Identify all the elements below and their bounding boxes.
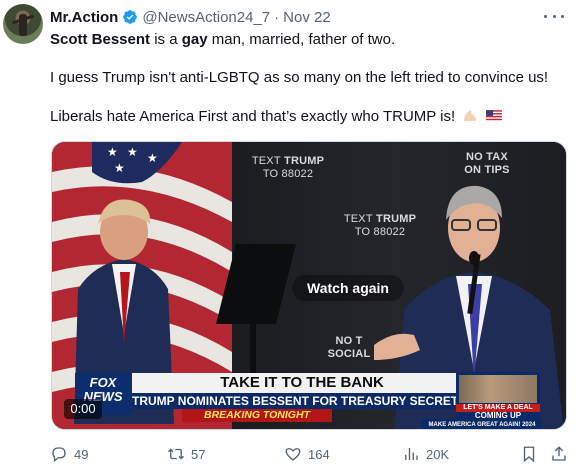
tweet-line-1: Scott Bessent is a gay man, married, fat… [50,30,395,50]
promo-box: LET'S MAKE A DEAL COMING UP [456,372,540,420]
views-button[interactable]: 20K [402,445,449,463]
author-name[interactable]: Mr.Action [50,9,118,26]
watch-again-button[interactable]: Watch again [292,275,404,301]
video-player[interactable]: ★ ★ ★ ★ TEXT TRUMP TO 88022 NO TAX ON TIPS T… [51,141,567,430]
sign-text-trump-1: TEXT TRUMP TO 88022 [248,155,328,181]
sign-line: ON TIPS [464,164,510,176]
us-flag-icon [485,110,502,122]
text-part: is a [150,31,182,48]
sign-word: TRUMP [284,155,325,167]
flexed-biceps-icon [464,110,477,121]
promo-photo [459,375,537,403]
reply-icon [52,447,66,463]
svg-text:★: ★ [127,145,138,159]
bookmark-button[interactable] [520,445,544,463]
repost-button[interactable]: 57 [167,445,205,463]
tweet-date[interactable]: Nov 22 [283,9,331,26]
sign-no-social: NO T SOCIAL [324,335,374,361]
sign-word: TEXT [251,155,281,167]
bold-name: Scott Bessent [50,31,151,48]
analytics-icon [405,448,418,460]
video-time: 0:00 [64,399,102,419]
tweet-header: Mr.Action @NewsAction24_7 · Nov 22 [50,7,331,27]
svg-text:★: ★ [114,161,125,175]
author-handle[interactable]: @NewsAction24_7 [142,9,270,26]
svg-text:★: ★ [147,151,158,165]
share-icon [552,446,566,461]
news-ticker: MAKE AMERICA GREAT AGAIN! 2024 [422,419,542,429]
lower-third-subhead: TRUMP NOMINATES BESSENT FOR TREASURY SEC… [132,393,483,409]
repost-icon [168,448,184,460]
tweet-line-2: I guess Trump isn't anti-LGBTQ as so man… [50,69,549,86]
video-frame: ★ ★ ★ ★ TEXT TRUMP TO 88022 NO TAX ON TIPS T… [52,142,566,429]
tweet-line-3: Liberals hate America First and that’s e… [50,107,502,127]
avatar[interactable] [3,4,43,44]
reply-button[interactable]: 49 [50,445,88,463]
sign-line: SOCIAL [327,348,371,360]
sign-number: TO 88022 [262,168,314,180]
heart-icon [285,448,301,461]
like-count: 164 [308,446,330,462]
lower-third-headline: TAKE IT TO THE BANK [132,373,472,393]
verified-badge-icon [123,10,138,24]
separator-dot: · [274,8,280,26]
bold-word: gay [181,31,208,48]
tweet-actions: 49 57 164 20K [50,444,566,464]
reply-count: 49 [74,446,89,462]
sign-word: TEXT [343,213,373,225]
text-part: man, married, father of two. [207,31,396,48]
more-options-icon[interactable] [544,9,564,23]
views-count: 20K [426,446,450,462]
sign-line: NO TAX [466,151,508,163]
repost-count: 57 [191,446,206,462]
podium-left [216,244,296,384]
bookmark-icon [523,446,535,463]
share-button[interactable] [550,445,574,463]
like-button[interactable]: 164 [284,445,330,463]
sign-no-tax: NO TAX ON TIPS [452,151,522,177]
svg-text:★: ★ [107,145,118,159]
news-lower-third: FOX NEWS TAKE IT TO THE BANK TRUMP NOMIN… [72,373,502,423]
breaking-tonight-banner: BREAKING TONIGHT [182,409,332,422]
text-part: Liberals hate America First and that’s e… [50,108,456,125]
sign-line: NO T [335,335,363,347]
